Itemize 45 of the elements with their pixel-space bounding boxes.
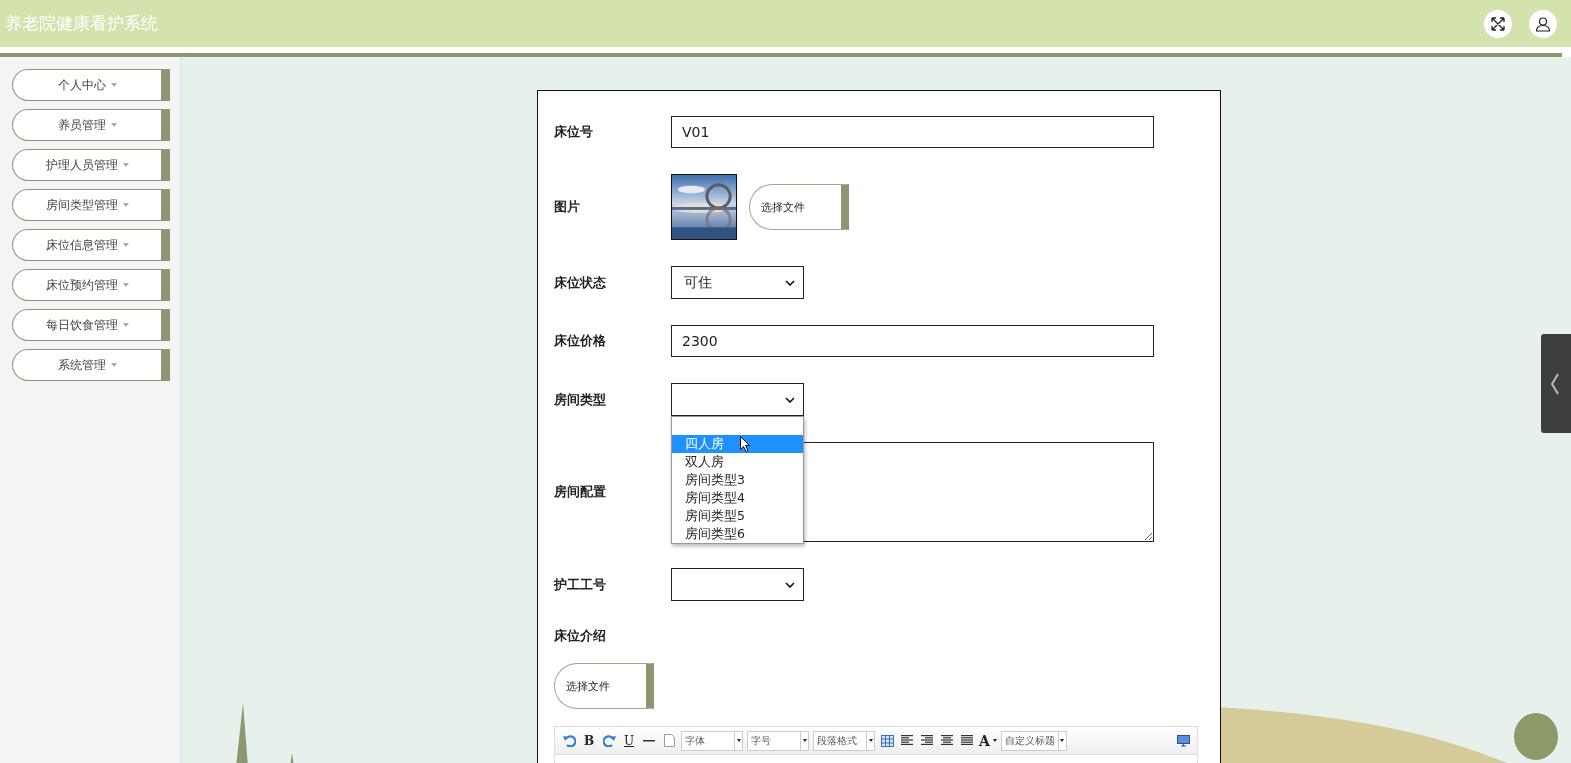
- field-label: 护工工号: [554, 575, 607, 594]
- dropdown-option[interactable]: 房间类型5: [672, 507, 803, 525]
- user-icon[interactable]: [1529, 9, 1557, 38]
- font-color-button[interactable]: A: [979, 731, 997, 750]
- field-label: 房间配置: [554, 483, 607, 501]
- toolbar-dropdown[interactable]: 字号: [747, 730, 809, 751]
- sidebar-menu-item[interactable]: 每日饮食管理: [12, 309, 170, 341]
- sidebar-menu-item[interactable]: 床位信息管理: [12, 229, 170, 261]
- dropdown[interactable]: [671, 383, 804, 416]
- dropdown-option[interactable]: 房间类型3: [672, 471, 803, 489]
- caret-icon: [785, 279, 795, 286]
- choose-file-button[interactable]: 选择文件: [554, 663, 654, 709]
- toolbar-dropdown[interactable]: 自定义标题: [1000, 730, 1067, 751]
- choose-file-button[interactable]: 选择文件: [749, 184, 849, 230]
- app-title: 养老院健康看护系统: [5, 12, 159, 35]
- field-label: 图片: [554, 198, 581, 216]
- toolbar-dropdown[interactable]: 字体: [681, 730, 743, 751]
- field-label: 房间类型: [554, 390, 607, 409]
- fullscreen-icon[interactable]: [1484, 9, 1512, 38]
- caret-icon: [785, 581, 795, 588]
- caret-icon: [785, 396, 795, 403]
- underline-button[interactable]: U: [621, 731, 637, 750]
- side-panel-toggle[interactable]: [1541, 334, 1571, 433]
- dropdown-option[interactable]: 房间类型4: [672, 489, 803, 507]
- toolbar-dropdown[interactable]: 段落格式: [813, 730, 875, 751]
- chevron-left-icon: [1551, 372, 1559, 395]
- sidebar-menu-item[interactable]: 床位预约管理: [12, 269, 170, 301]
- text-field[interactable]: 2300: [671, 325, 1154, 357]
- bush-drawing: [1513, 712, 1559, 761]
- sidebar-menu-item[interactable]: 个人中心: [12, 69, 170, 101]
- field-label: 床位介绍: [554, 627, 607, 645]
- sidebar-menu-item[interactable]: 系统管理: [12, 349, 170, 381]
- text-field[interactable]: V01: [671, 116, 1154, 148]
- mouse-pointer-icon: [740, 436, 751, 452]
- dropdown[interactable]: [671, 568, 804, 601]
- dropdown[interactable]: 可住: [671, 266, 804, 299]
- dropdown-option[interactable]: 房间类型6: [672, 525, 803, 543]
- sidebar-menu-item[interactable]: 护理人员管理: [12, 149, 170, 181]
- sidebar-menu-item[interactable]: 养员管理: [12, 109, 170, 141]
- field-label: 床位状态: [554, 273, 607, 292]
- bold-button[interactable]: B: [581, 731, 597, 750]
- field-label: 床位价格: [554, 332, 607, 350]
- sidebar-menu-item[interactable]: 房间类型管理: [12, 189, 170, 221]
- dropdown-option[interactable]: 双人房: [672, 453, 803, 471]
- field-label: 床位号: [554, 123, 594, 141]
